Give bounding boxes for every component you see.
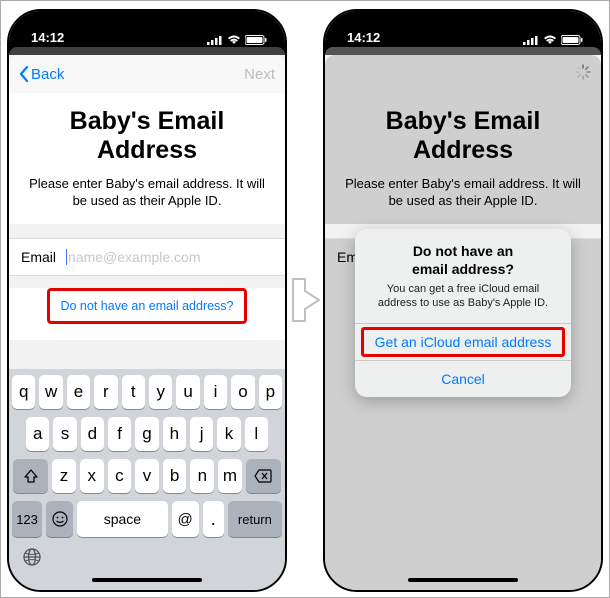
back-label: Back — [31, 66, 64, 83]
key-t[interactable]: t — [122, 375, 145, 409]
key-r[interactable]: r — [94, 375, 117, 409]
key-e[interactable]: e — [67, 375, 90, 409]
return-key[interactable]: return — [228, 501, 282, 537]
key-p[interactable]: p — [259, 375, 282, 409]
nav-bar: Back Next — [9, 55, 285, 93]
no-email-link-highlight: Do not have an email address? — [47, 288, 247, 324]
page-subtitle: Please enter Baby's email address. It wi… — [23, 175, 271, 210]
key-d[interactable]: d — [81, 417, 104, 451]
key-c[interactable]: c — [108, 459, 132, 493]
shift-icon — [23, 468, 39, 484]
back-button[interactable]: Back — [19, 66, 64, 83]
key-n[interactable]: n — [190, 459, 214, 493]
key-g[interactable]: g — [135, 417, 158, 451]
alert-title: Do not have anemail address? — [369, 243, 557, 278]
dot-key[interactable]: . — [203, 501, 224, 537]
chevron-left-icon — [19, 66, 29, 82]
space-key[interactable]: space — [77, 501, 167, 537]
modal-overlay: Do not have anemail address? You can get… — [325, 11, 601, 590]
alert-message: You can get a free iCloud email address … — [369, 282, 557, 311]
emoji-key[interactable] — [46, 501, 73, 537]
delete-key[interactable] — [246, 459, 281, 493]
key-u[interactable]: u — [176, 375, 199, 409]
key-h[interactable]: h — [163, 417, 186, 451]
keyboard: qwertyuiop asdfghjkl zxcvbnm 123 space @… — [9, 369, 285, 590]
alert-dialog: Do not have anemail address? You can get… — [355, 229, 571, 397]
key-b[interactable]: b — [163, 459, 187, 493]
key-l[interactable]: l — [245, 417, 268, 451]
key-z[interactable]: z — [52, 459, 76, 493]
email-field-row[interactable]: Email name@example.com — [9, 238, 285, 276]
numbers-key[interactable]: 123 — [12, 501, 42, 537]
email-input[interactable]: name@example.com — [68, 249, 273, 265]
key-s[interactable]: s — [53, 417, 76, 451]
key-m[interactable]: m — [218, 459, 242, 493]
shift-key[interactable] — [13, 459, 48, 493]
phone-screen-1: 14:12 Back Next Baby's EmailAddress Plea… — [7, 9, 287, 592]
signal-icon — [207, 35, 223, 45]
key-k[interactable]: k — [217, 417, 240, 451]
content-area: Baby's EmailAddress Please enter Baby's … — [9, 93, 285, 224]
page-title: Baby's EmailAddress — [23, 107, 271, 165]
key-w[interactable]: w — [39, 375, 62, 409]
key-f[interactable]: f — [108, 417, 131, 451]
wifi-icon — [227, 35, 241, 45]
home-indicator[interactable] — [92, 578, 202, 582]
key-a[interactable]: a — [26, 417, 49, 451]
next-button[interactable]: Next — [244, 66, 275, 83]
at-key[interactable]: @ — [172, 501, 199, 537]
status-bar: 14:12 — [9, 11, 285, 47]
key-v[interactable]: v — [135, 459, 159, 493]
text-caret — [66, 249, 67, 265]
key-j[interactable]: j — [190, 417, 213, 451]
emoji-icon — [51, 510, 69, 528]
phone-screen-2: 14:12 Baby's EmailAddress Please enter B… — [323, 9, 603, 592]
globe-icon — [22, 547, 42, 567]
no-email-link[interactable]: Do not have an email address? — [60, 299, 233, 313]
email-label: Email — [21, 249, 56, 265]
flow-arrow-icon — [291, 277, 321, 323]
key-o[interactable]: o — [231, 375, 254, 409]
key-y[interactable]: y — [149, 375, 172, 409]
get-icloud-email-button[interactable]: Get an iCloud email address — [355, 323, 571, 360]
status-icons — [207, 35, 267, 45]
backspace-icon — [254, 469, 272, 483]
globe-key[interactable] — [22, 547, 42, 572]
key-q[interactable]: q — [12, 375, 35, 409]
status-time: 14:12 — [31, 30, 64, 45]
key-i[interactable]: i — [204, 375, 227, 409]
battery-icon — [245, 35, 267, 45]
key-x[interactable]: x — [80, 459, 104, 493]
cancel-button[interactable]: Cancel — [355, 360, 571, 397]
